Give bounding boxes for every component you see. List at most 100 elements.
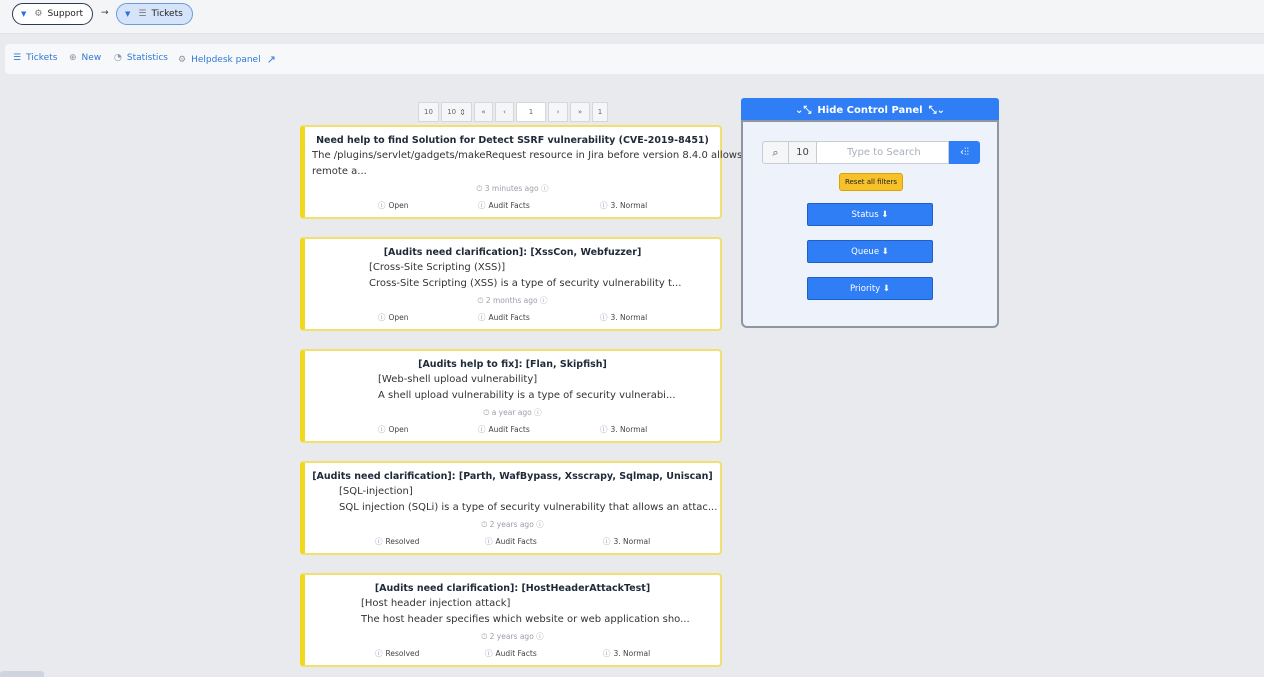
- last-page-button[interactable]: »: [570, 102, 590, 122]
- info-icon: ⓘ: [378, 313, 386, 322]
- ticket-queue: ⓘ Audit Facts: [478, 200, 530, 211]
- clock-icon: 🕓︎: [483, 408, 490, 417]
- filter-settings-button[interactable]: ‹⫶⫶: [949, 141, 980, 164]
- breadcrumb-support[interactable]: ▼ ⚙ Support: [12, 3, 94, 25]
- gear-icon: ⚙: [178, 54, 187, 65]
- control-panel-toggle-label: Hide Control Panel: [817, 104, 923, 116]
- status-text: Open: [388, 201, 409, 210]
- ticket-queue: ⓘ Audit Facts: [485, 648, 537, 659]
- breadcrumb-label: Support: [47, 9, 84, 19]
- info-icon: ⓘ: [600, 313, 608, 322]
- list-icon: ☰: [138, 9, 147, 19]
- info-icon: ⓘ: [603, 649, 611, 658]
- ticket-summary-line2: Cross-Site Scripting (XSS) is a type of …: [369, 278, 682, 289]
- total-pages: 1: [592, 102, 608, 122]
- breadcrumb-bar: ▼ ⚙ Support → ▼ ☰ Tickets: [0, 0, 1264, 34]
- ticket-priority: ⓘ 3. Normal: [600, 200, 647, 211]
- queue-text: Audit Facts: [495, 649, 537, 658]
- chart-icon: ◔: [114, 53, 122, 63]
- external-link-icon: ↗: [266, 53, 276, 66]
- status-filter-button[interactable]: Status ⬇: [807, 203, 933, 226]
- ticket-time: 🕓︎ 2 months ago ⓘ: [305, 295, 720, 306]
- ticket-summary-line2: A shell upload vulnerability is a type o…: [378, 390, 676, 401]
- hide-control-panel-button[interactable]: ⌄⤡ Hide Control Panel ⤡⌄: [741, 98, 999, 122]
- info-icon: ⓘ: [541, 184, 549, 193]
- search-bar: ⌕ 10 ‹⫶⫶: [762, 141, 980, 164]
- secondary-nav: ☰ Tickets ⊕ New ◔ Statistics ⚙ Helpdesk …: [5, 44, 1264, 74]
- priority-filter-button[interactable]: Priority ⬇: [807, 277, 933, 300]
- ticket-time: 🕓︎ 2 years ago ⓘ: [305, 631, 720, 642]
- ticket-title[interactable]: [Audits need clarification]: [HostHeader…: [305, 583, 720, 594]
- search-icon[interactable]: ⌕: [762, 141, 789, 164]
- nav-label: Statistics: [126, 53, 169, 63]
- ticket-title[interactable]: [Audits need clarification]: [XssCon, We…: [305, 247, 720, 258]
- ticket-time: 🕓︎ 2 years ago ⓘ: [305, 519, 720, 530]
- plus-circle-icon: ⊕: [69, 53, 77, 63]
- queue-text: Audit Facts: [488, 425, 530, 434]
- info-icon: ⓘ: [378, 425, 386, 434]
- gear-icon: ⚙: [34, 9, 43, 19]
- ticket-time-text: 2 months ago: [485, 296, 538, 305]
- ticket-priority: ⓘ 3. Normal: [603, 536, 650, 547]
- current-page[interactable]: 1: [516, 102, 546, 122]
- ticket-summary-line2: The host header specifies which website …: [361, 614, 690, 625]
- ticket-summary-line1: [SQL-injection]: [339, 486, 413, 497]
- search-count[interactable]: 10: [789, 141, 817, 164]
- clock-icon: 🕓︎: [481, 632, 488, 641]
- status-text: Open: [388, 313, 409, 322]
- ticket-title[interactable]: [Audits need clarification]: [Parth, Waf…: [305, 471, 720, 482]
- ticket-priority: ⓘ 3. Normal: [600, 424, 647, 435]
- clock-icon: 🕓︎: [481, 520, 488, 529]
- search-input[interactable]: [817, 141, 949, 164]
- collapse-icon: ⤡⌄: [928, 104, 945, 116]
- info-icon: ⓘ: [378, 201, 386, 210]
- info-icon: ⓘ: [478, 201, 486, 210]
- ticket-title[interactable]: Need help to find Solution for Detect SS…: [305, 135, 720, 146]
- info-icon: ⓘ: [536, 520, 544, 529]
- ticket-status: ⓘ Open: [378, 200, 409, 211]
- priority-text: 3. Normal: [610, 313, 648, 322]
- ticket-summary-line1: [Host header injection attack]: [361, 598, 511, 609]
- queue-filter-button[interactable]: Queue ⬇: [807, 240, 933, 263]
- bottom-left-tab: [0, 671, 44, 677]
- reset-filters-button[interactable]: Reset all filters: [839, 173, 903, 191]
- pagination: 10 10 ⇕ « ‹ 1 › » 1: [418, 102, 610, 122]
- breadcrumb-tickets[interactable]: ▼ ☰ Tickets: [116, 3, 193, 25]
- info-icon: ⓘ: [534, 408, 542, 417]
- first-page-button[interactable]: «: [474, 102, 493, 122]
- ticket-priority: ⓘ 3. Normal: [603, 648, 650, 659]
- ticket-summary-line1: [Cross-Site Scripting (XSS)]: [369, 262, 506, 273]
- ticket-card[interactable]: Need help to find Solution for Detect SS…: [300, 125, 742, 219]
- queue-text: Audit Facts: [488, 201, 530, 210]
- ticket-title[interactable]: [Audits help to fix]: [Flan, Skipfish]: [305, 359, 720, 370]
- sort-icon: ⇕: [459, 107, 466, 117]
- ticket-status: ⓘ Resolved: [375, 648, 419, 659]
- ticket-summary-line1: [Web-shell upload vulnerability]: [378, 374, 538, 385]
- ticket-queue: ⓘ Audit Facts: [478, 312, 530, 323]
- ticket-card[interactable]: [Audits need clarification]: [Parth, Waf…: [300, 461, 722, 555]
- nav-new[interactable]: ⊕ New: [69, 53, 101, 63]
- info-icon: ⓘ: [600, 425, 608, 434]
- prev-page-button[interactable]: ‹: [495, 102, 514, 122]
- info-icon: ⓘ: [603, 537, 611, 546]
- info-icon: ⓘ: [485, 537, 493, 546]
- ticket-time-text: a year ago: [491, 408, 532, 417]
- ticket-card[interactable]: [Audits help to fix]: [Flan, Skipfish] […: [300, 349, 722, 443]
- ticket-queue: ⓘ Audit Facts: [478, 424, 530, 435]
- info-icon: ⓘ: [478, 313, 486, 322]
- nav-label: New: [81, 53, 102, 63]
- status-text: Resolved: [385, 537, 420, 546]
- nav-statistics[interactable]: ◔ Statistics: [114, 53, 168, 63]
- nav-tickets[interactable]: ☰ Tickets: [13, 53, 57, 63]
- info-icon: ⓘ: [539, 296, 548, 305]
- info-icon: ⓘ: [375, 649, 383, 658]
- priority-text: 3. Normal: [613, 649, 651, 658]
- next-page-button[interactable]: ›: [548, 102, 568, 122]
- per-page-select[interactable]: 10 ⇕: [441, 102, 472, 122]
- arrow-right-icon: →: [101, 8, 109, 18]
- ticket-status: ⓘ Resolved: [375, 536, 419, 547]
- ticket-time-text: 3 minutes ago: [484, 184, 539, 193]
- ticket-card[interactable]: [Audits need clarification]: [XssCon, We…: [300, 237, 722, 331]
- ticket-card[interactable]: [Audits need clarification]: [HostHeader…: [300, 573, 722, 667]
- nav-helpdesk-panel[interactable]: ⚙ Helpdesk panel ↗: [178, 53, 276, 66]
